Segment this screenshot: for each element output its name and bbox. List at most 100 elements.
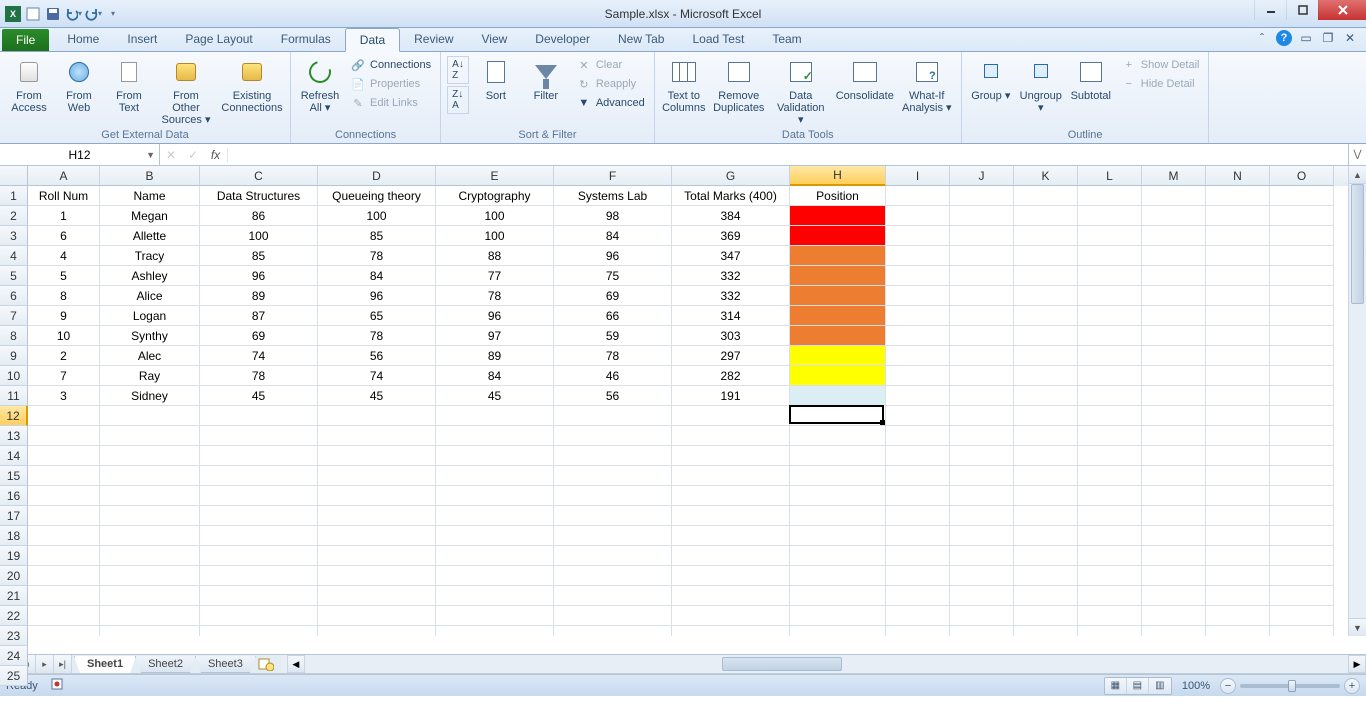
- row-header-21[interactable]: 21: [0, 586, 28, 606]
- cell-G5[interactable]: 332: [672, 266, 790, 286]
- cell-O19[interactable]: [1270, 546, 1334, 566]
- cell-E21[interactable]: [436, 586, 554, 606]
- cell-E16[interactable]: [436, 486, 554, 506]
- cell-M11[interactable]: [1142, 386, 1206, 406]
- cell-K21[interactable]: [1014, 586, 1078, 606]
- cell-M19[interactable]: [1142, 546, 1206, 566]
- cell-I16[interactable]: [886, 486, 950, 506]
- cell-M1[interactable]: [1142, 186, 1206, 206]
- cell-G9[interactable]: 297: [672, 346, 790, 366]
- cell-B4[interactable]: Tracy: [100, 246, 200, 266]
- cell-N7[interactable]: [1206, 306, 1270, 326]
- cell-O12[interactable]: [1270, 406, 1334, 426]
- cell-E8[interactable]: 97: [436, 326, 554, 346]
- cell-B23[interactable]: [100, 626, 200, 636]
- row-header-22[interactable]: 22: [0, 606, 28, 626]
- cell-L13[interactable]: [1078, 426, 1142, 446]
- cell-I13[interactable]: [886, 426, 950, 446]
- cell-O2[interactable]: [1270, 206, 1334, 226]
- cell-G7[interactable]: 314: [672, 306, 790, 326]
- cell-B2[interactable]: Megan: [100, 206, 200, 226]
- cell-C4[interactable]: 85: [200, 246, 318, 266]
- cell-O13[interactable]: [1270, 426, 1334, 446]
- cell-N21[interactable]: [1206, 586, 1270, 606]
- cell-L22[interactable]: [1078, 606, 1142, 626]
- column-header-F[interactable]: F: [554, 166, 672, 186]
- column-header-K[interactable]: K: [1014, 166, 1078, 186]
- cell-C1[interactable]: Data Structures: [200, 186, 318, 206]
- cell-C8[interactable]: 69: [200, 326, 318, 346]
- sheet-tab-sheet3[interactable]: Sheet3: [195, 656, 256, 673]
- cell-B3[interactable]: Allette: [100, 226, 200, 246]
- cell-G3[interactable]: 369: [672, 226, 790, 246]
- cell-J16[interactable]: [950, 486, 1014, 506]
- cell-A5[interactable]: 5: [28, 266, 100, 286]
- cell-O20[interactable]: [1270, 566, 1334, 586]
- tab-data[interactable]: Data: [345, 28, 400, 52]
- column-header-E[interactable]: E: [436, 166, 554, 186]
- remove-duplicates-button[interactable]: Remove Duplicates: [711, 54, 767, 116]
- cell-A18[interactable]: [28, 526, 100, 546]
- cell-B17[interactable]: [100, 506, 200, 526]
- cell-J6[interactable]: [950, 286, 1014, 306]
- zoom-out-button[interactable]: −: [1220, 678, 1236, 694]
- row-header-20[interactable]: 20: [0, 566, 28, 586]
- cell-O18[interactable]: [1270, 526, 1334, 546]
- column-header-A[interactable]: A: [28, 166, 100, 186]
- cell-C13[interactable]: [200, 426, 318, 446]
- cell-B15[interactable]: [100, 466, 200, 486]
- cell-C19[interactable]: [200, 546, 318, 566]
- cell-D20[interactable]: [318, 566, 436, 586]
- cell-C6[interactable]: 89: [200, 286, 318, 306]
- cell-N23[interactable]: [1206, 626, 1270, 636]
- cell-M16[interactable]: [1142, 486, 1206, 506]
- cell-M15[interactable]: [1142, 466, 1206, 486]
- cell-M14[interactable]: [1142, 446, 1206, 466]
- cell-B8[interactable]: Synthy: [100, 326, 200, 346]
- cell-B9[interactable]: Alec: [100, 346, 200, 366]
- cell-K16[interactable]: [1014, 486, 1078, 506]
- cell-I14[interactable]: [886, 446, 950, 466]
- column-header-N[interactable]: N: [1206, 166, 1270, 186]
- excel-icon[interactable]: X: [4, 5, 22, 23]
- cell-N8[interactable]: [1206, 326, 1270, 346]
- cell-E11[interactable]: 45: [436, 386, 554, 406]
- cell-H23[interactable]: [790, 626, 886, 636]
- cell-M13[interactable]: [1142, 426, 1206, 446]
- cell-H4[interactable]: [790, 246, 886, 266]
- cell-A11[interactable]: 3: [28, 386, 100, 406]
- cell-L14[interactable]: [1078, 446, 1142, 466]
- cell-I11[interactable]: [886, 386, 950, 406]
- row-header-1[interactable]: 1: [0, 186, 28, 206]
- zoom-in-button[interactable]: +: [1344, 678, 1360, 694]
- cell-D14[interactable]: [318, 446, 436, 466]
- cell-J11[interactable]: [950, 386, 1014, 406]
- cell-G10[interactable]: 282: [672, 366, 790, 386]
- cell-G13[interactable]: [672, 426, 790, 446]
- tab-new-tab[interactable]: New Tab: [604, 28, 678, 51]
- sheet-tab-sheet1[interactable]: Sheet1: [74, 656, 136, 673]
- cell-I10[interactable]: [886, 366, 950, 386]
- cell-E7[interactable]: 96: [436, 306, 554, 326]
- cell-C21[interactable]: [200, 586, 318, 606]
- cell-J3[interactable]: [950, 226, 1014, 246]
- row-header-23[interactable]: 23: [0, 626, 28, 646]
- cell-G8[interactable]: 303: [672, 326, 790, 346]
- name-box-input[interactable]: [6, 148, 153, 162]
- cell-D18[interactable]: [318, 526, 436, 546]
- cell-I7[interactable]: [886, 306, 950, 326]
- cell-N4[interactable]: [1206, 246, 1270, 266]
- doc-close-icon[interactable]: ✕: [1342, 30, 1358, 46]
- cell-N2[interactable]: [1206, 206, 1270, 226]
- cell-F5[interactable]: 75: [554, 266, 672, 286]
- cell-M4[interactable]: [1142, 246, 1206, 266]
- cell-E15[interactable]: [436, 466, 554, 486]
- cell-I4[interactable]: [886, 246, 950, 266]
- cell-H10[interactable]: [790, 366, 886, 386]
- doc-restore-icon[interactable]: ❐: [1320, 30, 1336, 46]
- cell-O17[interactable]: [1270, 506, 1334, 526]
- cell-G14[interactable]: [672, 446, 790, 466]
- cell-L18[interactable]: [1078, 526, 1142, 546]
- scroll-down-button[interactable]: ▼: [1349, 618, 1366, 636]
- cell-G18[interactable]: [672, 526, 790, 546]
